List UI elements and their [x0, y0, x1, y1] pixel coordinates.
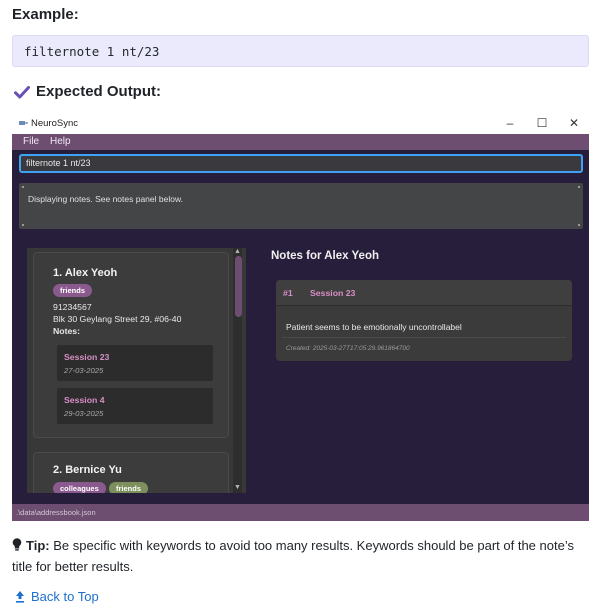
scrollbar-thumb[interactable] — [235, 256, 242, 317]
code-block: filternote 1 nt/23 — [12, 35, 589, 67]
command-input[interactable]: filternote 1 nt/23 — [19, 154, 583, 173]
notes-panel-title: Notes for Alex Yeoh — [271, 250, 380, 262]
note-content: Patient seems to be emotionally uncontro… — [286, 322, 462, 332]
menu-help[interactable]: Help — [50, 136, 71, 147]
maximize-button[interactable]: ☐ — [528, 114, 556, 132]
status-path: .\data\addressbook.json — [16, 508, 96, 517]
status-bar: .\data\addressbook.json — [12, 504, 589, 521]
tag-badge: friends — [109, 482, 149, 493]
corner-dot — [22, 186, 24, 188]
session-title: Session 4 — [64, 395, 105, 405]
notes-label: Notes: — [53, 326, 81, 336]
person-address: Blk 30 Geylang Street 29, #06-40 — [53, 314, 182, 324]
corner-dot — [22, 224, 24, 226]
divider — [282, 337, 566, 338]
menu-file[interactable]: File — [23, 136, 39, 147]
result-display: Displaying notes. See notes panel below. — [19, 183, 583, 229]
back-to-top-label[interactable]: Back to Top — [31, 589, 99, 604]
result-text: Displaying notes. See notes panel below. — [28, 194, 183, 204]
tip-label: Tip: — [26, 538, 50, 553]
menu-bar: File Help — [12, 134, 589, 150]
note-header: #1 Session 23 — [276, 280, 572, 306]
person-name: 1. Alex Yeoh — [53, 267, 118, 279]
expected-output-label: Expected Output: — [36, 83, 162, 100]
person-list-panel[interactable]: 1. Alex Yeoh friends 91234567 Blk 30 Gey… — [27, 248, 246, 493]
tip-text: Be specific with keywords to avoid too m… — [12, 538, 574, 574]
note-number: #1 — [283, 288, 293, 298]
checkmark-icon — [14, 85, 30, 98]
tag-badge: friends — [53, 284, 93, 297]
back-to-top-link[interactable]: Back to Top — [14, 589, 99, 604]
person-name: 2. Bernice Yu — [53, 464, 122, 476]
example-heading: Example: — [12, 6, 79, 23]
close-button[interactable]: ✕ — [560, 114, 588, 132]
session-date: 29-03-2025 — [64, 409, 104, 418]
minimize-button[interactable]: – — [496, 114, 524, 132]
scroll-up-icon[interactable]: ▲ — [234, 248, 241, 255]
tip-paragraph: Tip: Be specific with keywords to avoid … — [12, 535, 592, 577]
session-title: Session 23 — [64, 352, 110, 362]
person-phone: 91234567 — [53, 302, 92, 312]
title-bar: NeuroSync – ☐ ✕ — [12, 113, 589, 134]
note-created: Created: 2025-03-27T17:05:29.961864700 — [286, 345, 410, 352]
app-icon — [19, 121, 28, 125]
lightbulb-icon — [12, 538, 22, 551]
expected-output-heading: Expected Output: — [14, 83, 161, 100]
scroll-down-icon[interactable]: ▼ — [234, 484, 241, 491]
corner-dot — [578, 186, 580, 188]
note-title: Session 23 — [310, 288, 356, 298]
session-item[interactable]: Session 4 29-03-2025 — [57, 388, 213, 424]
tag-badge: colleagues — [53, 482, 106, 493]
session-item[interactable]: Session 23 27-03-2025 — [57, 345, 213, 381]
session-date: 27-03-2025 — [64, 366, 104, 375]
app-window: NeuroSync – ☐ ✕ File Help filternote 1 n… — [12, 113, 589, 521]
corner-dot — [578, 224, 580, 226]
arrow-up-icon — [16, 590, 24, 603]
app-body: filternote 1 nt/23 Displaying notes. See… — [12, 150, 589, 504]
window-title: NeuroSync — [31, 118, 78, 129]
note-card[interactable]: #1 Session 23 Patient seems to be emotio… — [276, 280, 572, 361]
